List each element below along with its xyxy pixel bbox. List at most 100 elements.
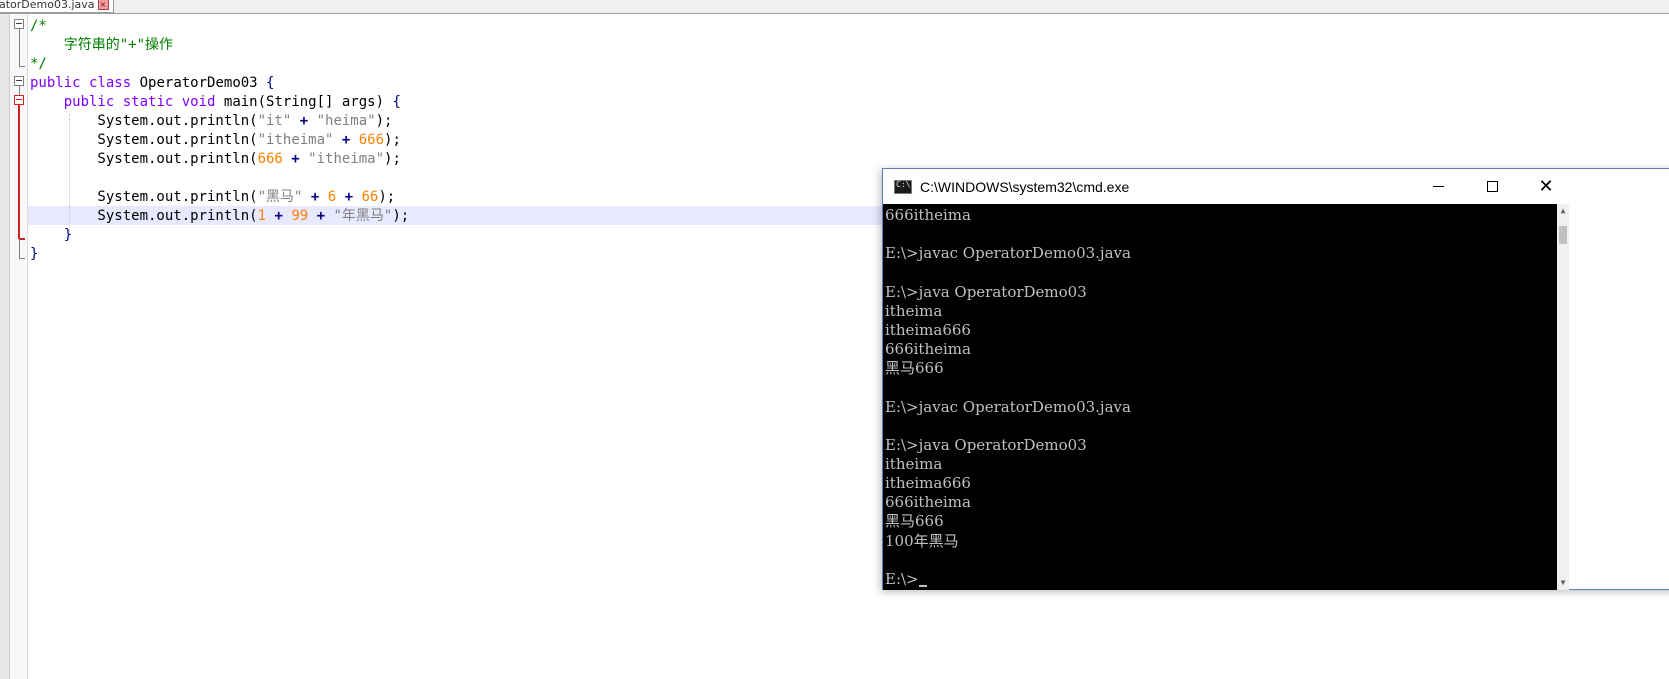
fold-end-active [19, 238, 25, 240]
code-token: 99 [291, 208, 309, 224]
code-token: /* [30, 18, 47, 34]
code-token: "it" [257, 113, 292, 129]
code-token: 字符串的"+"操作 [30, 37, 174, 53]
code-token: ); [375, 113, 393, 129]
code-token: + [266, 208, 292, 224]
code-line[interactable]: System.out.println(1 + 99 + "年黑马"); [30, 207, 409, 226]
code-token: System.out.println( [30, 151, 258, 167]
fold-line-active [18, 105, 20, 239]
bookmark-margin[interactable] [0, 14, 10, 679]
code-line[interactable]: /* [30, 17, 47, 36]
code-token: + [336, 189, 362, 205]
code-token: public [30, 75, 81, 91]
tab-close-icon[interactable]: × [97, 0, 109, 10]
code-token: + [282, 151, 309, 167]
console-line: 黑马666 [885, 512, 944, 531]
code-line[interactable]: } [30, 245, 38, 264]
console-line: E:\>javac OperatorDemo03.java [885, 244, 1131, 263]
console-line: 100年黑马 [885, 531, 959, 550]
cmd-app-icon[interactable] [894, 179, 912, 194]
close-button[interactable]: ✕ [1519, 169, 1573, 204]
console-line: 666itheima [885, 493, 971, 512]
scroll-up-icon[interactable]: ▲ [1557, 204, 1569, 218]
cmd-window[interactable]: C:\WINDOWS\system32\cmd.exe ✕ 666itheima… [882, 168, 1669, 590]
code-line[interactable]: */ [30, 55, 47, 74]
code-token: } [30, 246, 39, 262]
fold-end [19, 258, 25, 259]
console-cursor [918, 584, 927, 587]
fold-toggle-icon[interactable] [14, 95, 24, 105]
close-icon: ✕ [1538, 175, 1554, 197]
console-line: itheima [885, 454, 943, 473]
code-token: System.out.println( [30, 189, 258, 205]
code-token: { [266, 75, 275, 91]
code-line[interactable]: public static void main(String[] args) { [30, 93, 401, 112]
code-token: { [392, 94, 401, 110]
console-line: 666itheima [885, 340, 971, 359]
scroll-down-icon[interactable]: ▼ [1557, 576, 1569, 590]
code-token: + [308, 208, 334, 224]
console-line: itheima [885, 301, 943, 320]
maximize-button[interactable] [1465, 169, 1519, 204]
code-token: class [89, 75, 132, 91]
fold-toggle-icon[interactable] [14, 19, 24, 29]
fold-toggle-icon[interactable] [14, 76, 24, 86]
code-token: + [333, 132, 359, 148]
code-token: 66 [361, 189, 379, 205]
cmd-console-output[interactable]: 666itheima E:\>javac OperatorDemo03.java E… [883, 204, 1557, 590]
tab-label: atorDemo03.java [0, 0, 95, 11]
code-token: static [122, 94, 174, 110]
code-token: System.out.println( [30, 132, 258, 148]
code-token: "itheima" [257, 132, 334, 148]
code-line[interactable]: System.out.println("itheima" + 666); [30, 131, 401, 150]
code-token: ); [384, 132, 401, 148]
code-token: public [63, 94, 115, 110]
cmd-window-title: C:\WINDOWS\system32\cmd.exe [920, 178, 1130, 195]
code-token: ); [378, 189, 396, 205]
minimize-icon [1432, 186, 1444, 187]
code-token: + [302, 189, 328, 205]
code-token: + [291, 113, 317, 129]
code-token: "年黑马" [333, 208, 393, 224]
code-token: "heima" [316, 113, 376, 129]
tab-operatordemo03[interactable]: atorDemo03.java × [0, 0, 114, 13]
console-line: E:\>java OperatorDemo03 [885, 435, 1087, 454]
code-token: */ [30, 56, 47, 72]
code-token: 1 [257, 208, 267, 224]
console-line: E:\>java OperatorDemo03 [885, 282, 1087, 301]
code-token: ); [392, 208, 410, 224]
editor-tab-bar: atorDemo03.java × [0, 0, 1669, 14]
code-line[interactable]: System.out.println("黑马" + 6 + 66); [30, 188, 395, 207]
code-line[interactable]: System.out.println("it" + "heima"); [30, 112, 392, 131]
cmd-title-bar[interactable]: C:\WINDOWS\system32\cmd.exe ✕ [883, 169, 1669, 204]
code-token: 666 [257, 151, 283, 167]
console-line: 666itheima [885, 206, 971, 224]
code-line[interactable]: public class OperatorDemo03 { [30, 74, 274, 93]
cmd-scrollbar[interactable]: ▲ ▼ [1557, 204, 1569, 590]
code-line[interactable]: 字符串的"+"操作 [30, 36, 173, 55]
code-line[interactable]: System.out.println(666 + "itheima"); [30, 150, 401, 169]
console-line: itheima666 [885, 320, 971, 339]
scroll-thumb[interactable] [1559, 226, 1567, 244]
code-token: System.out.println( [30, 113, 258, 129]
fold-line [19, 29, 20, 66]
code-token: } [63, 227, 73, 243]
console-line: E:\>javac OperatorDemo03.java [885, 397, 1131, 416]
code-line[interactable]: } [30, 226, 72, 245]
code-token: "黑马" [257, 189, 303, 205]
console-line: itheima666 [885, 474, 971, 493]
code-token: "itheima" [308, 151, 385, 167]
minimize-button[interactable] [1411, 169, 1465, 204]
code-token: void [181, 94, 216, 110]
code-token: OperatorDemo03 [131, 75, 267, 91]
fold-end [19, 66, 25, 67]
console-line: 黑马666 [885, 359, 944, 378]
code-token: 666 [358, 132, 385, 148]
code-token: main(String[] args) [215, 94, 393, 110]
code-token: ); [384, 151, 401, 167]
